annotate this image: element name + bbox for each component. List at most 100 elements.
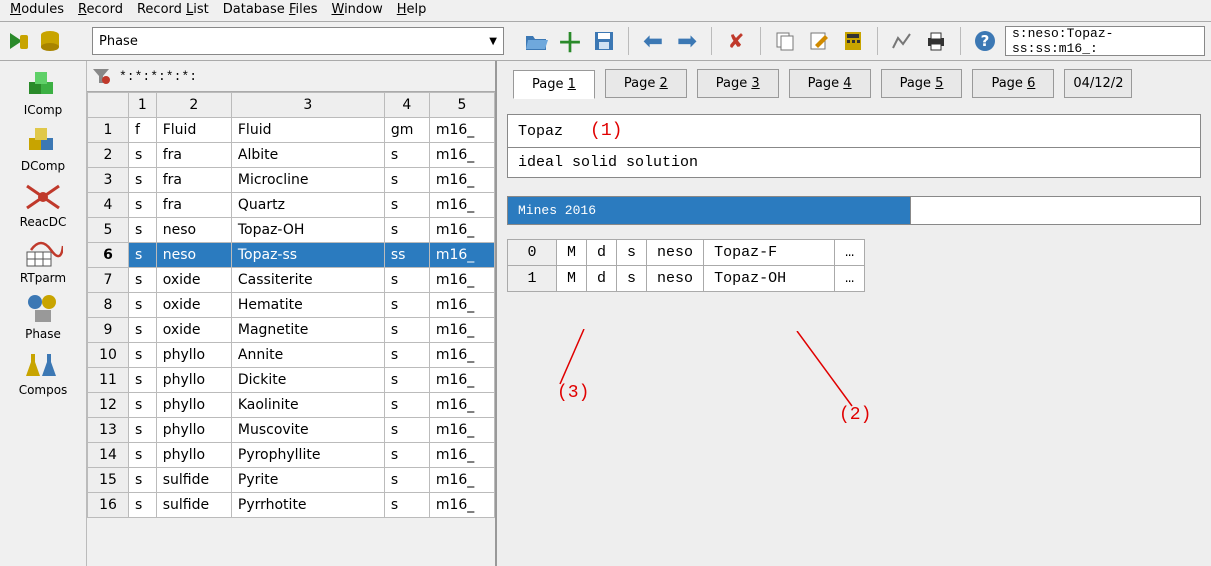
cell[interactable]: m16_	[429, 293, 494, 318]
cell[interactable]: oxide	[156, 268, 231, 293]
row-header[interactable]: 5	[88, 218, 129, 243]
row-header[interactable]: 7	[88, 268, 129, 293]
cell[interactable]: s	[617, 266, 647, 292]
module-reacdc[interactable]: ReacDC	[6, 179, 80, 229]
cell[interactable]: m16_	[429, 143, 494, 168]
table-row[interactable]: 7soxideCassiteritesm16_	[88, 268, 495, 293]
cell[interactable]: m16_	[429, 268, 494, 293]
row-header[interactable]: 12	[88, 393, 129, 418]
cell[interactable]: Fluid	[156, 118, 231, 143]
open-icon[interactable]	[522, 27, 550, 55]
col-header[interactable]: 1	[129, 93, 157, 118]
module-rtparm[interactable]: RTparm	[6, 235, 80, 285]
table-row[interactable]: 16ssulfidePyrrhotitesm16_	[88, 493, 495, 518]
record-grid[interactable]: 1 2 3 4 5 1fFluidFluidgmm16_2sfraAlbites…	[87, 92, 495, 518]
cell[interactable]: s	[129, 443, 157, 468]
cell[interactable]: M	[557, 240, 587, 266]
cell[interactable]: s	[384, 143, 429, 168]
endmember-table[interactable]: 0MdsnesoTopaz-F…1MdsnesoTopaz-OH…	[507, 239, 865, 292]
col-header[interactable]: 3	[231, 93, 384, 118]
cell[interactable]: s	[384, 418, 429, 443]
cell[interactable]: Fluid	[231, 118, 384, 143]
row-header[interactable]: 0	[508, 240, 557, 266]
table-row[interactable]: 5snesoTopaz-OHsm16_	[88, 218, 495, 243]
cell[interactable]: m16_	[429, 118, 494, 143]
cell[interactable]: fra	[156, 193, 231, 218]
cell[interactable]: neso	[156, 243, 231, 268]
phase-desc-field[interactable]: ideal solid solution	[507, 148, 1201, 178]
cell[interactable]: m16_	[429, 343, 494, 368]
cell[interactable]: neso	[647, 266, 704, 292]
cell[interactable]: m16_	[429, 368, 494, 393]
calculator-icon[interactable]	[839, 27, 867, 55]
tab-page-6[interactable]: Page 6	[972, 69, 1054, 98]
table-row[interactable]: 4sfraQuartzsm16_	[88, 193, 495, 218]
date-box[interactable]: 04/12/2	[1064, 69, 1132, 98]
cell[interactable]: …	[835, 266, 865, 292]
cell[interactable]: m16_	[429, 218, 494, 243]
menu-window[interactable]: Window	[331, 2, 382, 17]
table-row[interactable]: 6snesoTopaz-ssssm16_	[88, 243, 495, 268]
cell[interactable]: s	[384, 443, 429, 468]
row-header[interactable]: 8	[88, 293, 129, 318]
col-header[interactable]: 4	[384, 93, 429, 118]
cell[interactable]: s	[129, 193, 157, 218]
module-dcomp[interactable]: DComp	[6, 123, 80, 173]
cell[interactable]: Dickite	[231, 368, 384, 393]
cell[interactable]: Hematite	[231, 293, 384, 318]
row-header[interactable]: 10	[88, 343, 129, 368]
filter-funnel-icon[interactable]	[87, 66, 115, 86]
row-header[interactable]: 9	[88, 318, 129, 343]
cell[interactable]: m16_	[429, 193, 494, 218]
plot-icon[interactable]	[888, 27, 916, 55]
cell[interactable]: d	[587, 240, 617, 266]
cell[interactable]: oxide	[156, 318, 231, 343]
cell[interactable]: s	[129, 143, 157, 168]
help-icon[interactable]: ?	[971, 27, 999, 55]
cell[interactable]: Annite	[231, 343, 384, 368]
row-header[interactable]: 1	[508, 266, 557, 292]
cell[interactable]: Pyrophyllite	[231, 443, 384, 468]
cell[interactable]: Topaz-F	[704, 240, 835, 266]
cell[interactable]: s	[129, 293, 157, 318]
row-header[interactable]: 3	[88, 168, 129, 193]
table-row[interactable]: 2sfraAlbitesm16_	[88, 143, 495, 168]
cell[interactable]: s	[384, 393, 429, 418]
delete-icon[interactable]: ✘	[722, 27, 750, 55]
row-header[interactable]: 11	[88, 368, 129, 393]
print-icon[interactable]	[922, 27, 950, 55]
record-key-field[interactable]: s:neso:Topaz-ss:ss:m16_:	[1005, 26, 1205, 56]
table-row[interactable]: 1fFluidFluidgmm16_	[88, 118, 495, 143]
add-icon[interactable]: ＋	[556, 27, 584, 55]
menu-record[interactable]: Record	[78, 2, 123, 17]
cell[interactable]: Quartz	[231, 193, 384, 218]
save-icon[interactable]	[590, 27, 618, 55]
cell[interactable]: sulfide	[156, 493, 231, 518]
cell[interactable]: Cassiterite	[231, 268, 384, 293]
tab-page-2[interactable]: Page 2	[605, 69, 687, 98]
database-icon[interactable]	[36, 27, 64, 55]
table-row[interactable]: 3sfraMicroclinesm16_	[88, 168, 495, 193]
cell[interactable]: Kaolinite	[231, 393, 384, 418]
cell[interactable]: gm	[384, 118, 429, 143]
source-field[interactable]: Mines 2016	[507, 196, 911, 225]
cell[interactable]: s	[129, 168, 157, 193]
module-phase[interactable]: Phase	[6, 291, 80, 341]
cell[interactable]: phyllo	[156, 368, 231, 393]
menu-database-files[interactable]: Database Files	[223, 2, 318, 17]
table-row[interactable]: 8soxideHematitesm16_	[88, 293, 495, 318]
cell[interactable]: s	[129, 468, 157, 493]
table-row[interactable]: 12sphylloKaolinitesm16_	[88, 393, 495, 418]
row-header[interactable]: 13	[88, 418, 129, 443]
table-row[interactable]: 15ssulfidePyritesm16_	[88, 468, 495, 493]
cell[interactable]: Magnetite	[231, 318, 384, 343]
cell[interactable]: s	[129, 318, 157, 343]
cell[interactable]: s	[617, 240, 647, 266]
menu-record-list[interactable]: Record List	[137, 2, 209, 17]
cell[interactable]: s	[384, 168, 429, 193]
forward-icon[interactable]: ➡	[673, 27, 701, 55]
cell[interactable]: m16_	[429, 243, 494, 268]
cell[interactable]: m16_	[429, 418, 494, 443]
cell[interactable]: s	[384, 218, 429, 243]
edit-icon[interactable]	[805, 27, 833, 55]
